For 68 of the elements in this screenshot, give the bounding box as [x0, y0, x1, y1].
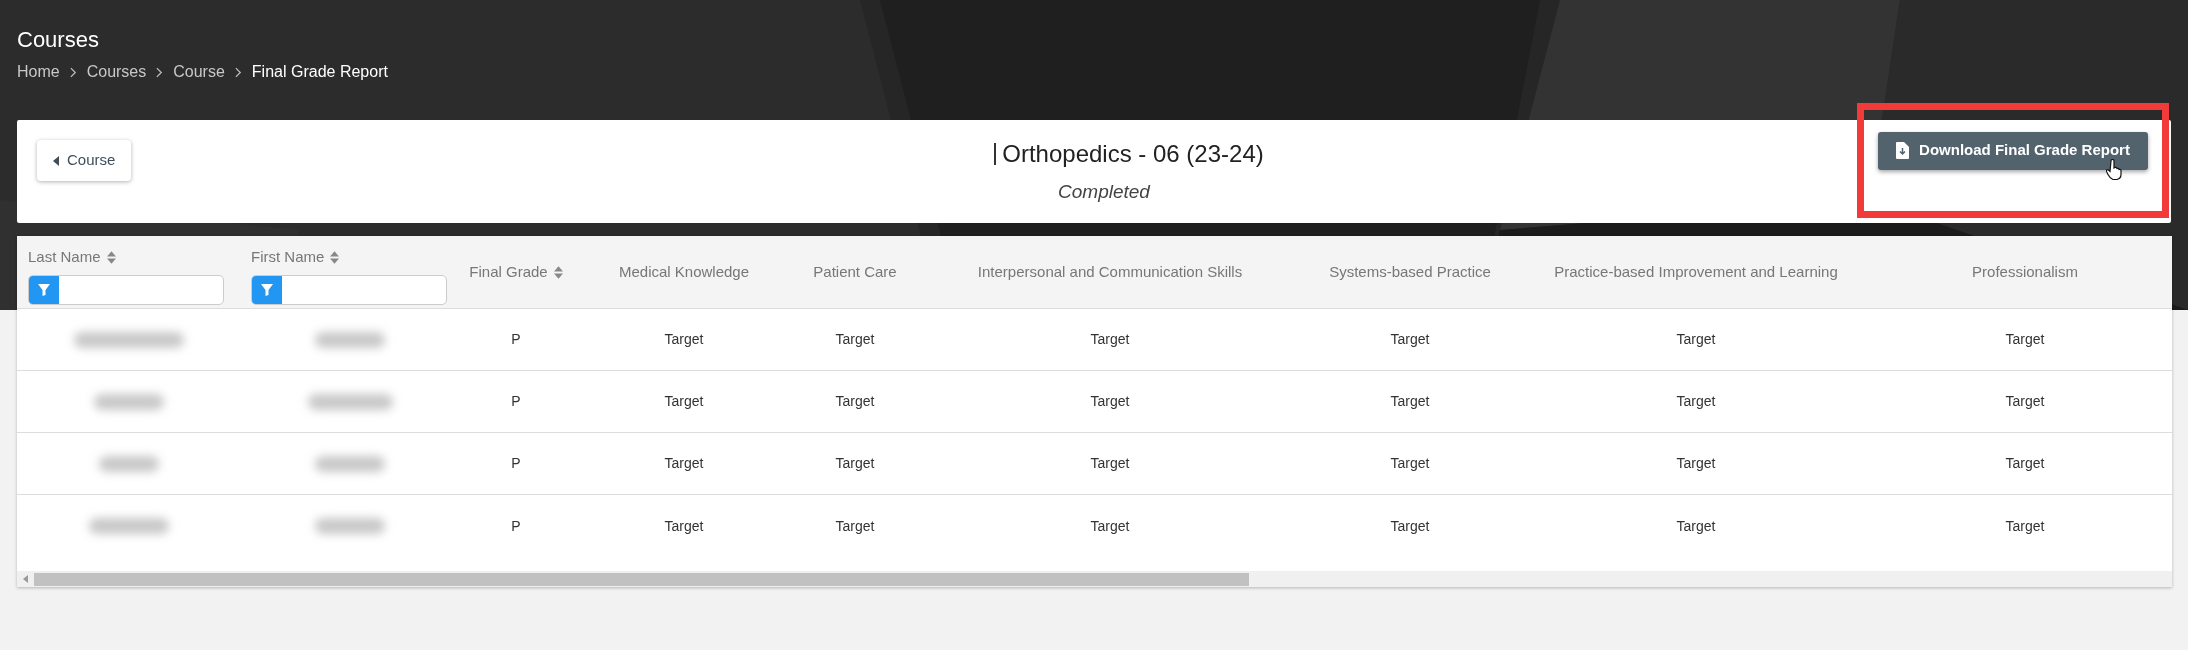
- divider-mark: [994, 143, 997, 165]
- table-cell-text: P: [511, 454, 521, 473]
- table-cell-text: Target: [1090, 330, 1130, 349]
- page-title: Courses: [17, 26, 99, 54]
- breadcrumb-current: Final Grade Report: [251, 62, 388, 82]
- caret-left-icon: [53, 155, 59, 166]
- file-download-icon: [1896, 142, 1910, 159]
- table-cell-text: Target: [1676, 330, 1716, 349]
- table-cell-text: Target: [2005, 516, 2045, 536]
- table-cell-text: Target: [1090, 516, 1130, 536]
- chevron-right-icon: [156, 66, 164, 78]
- scrollbar-thumb[interactable]: [34, 572, 1249, 586]
- table-cell-text: Target: [664, 392, 704, 411]
- filter-input[interactable]: [251, 274, 447, 305]
- column-header: Professionalism: [1972, 261, 2078, 282]
- chevron-right-icon: [234, 66, 242, 78]
- table-cell-text: Target: [2005, 392, 2045, 411]
- table-cell-text: Target: [2005, 330, 2045, 349]
- download-button[interactable]: Download Final Grade Report: [1878, 131, 2148, 170]
- table-cell-text: Target: [1090, 454, 1130, 473]
- horizontal-scrollbar[interactable]: [17, 571, 2172, 587]
- blurred-name: [315, 455, 385, 472]
- table-cell-text: Target: [2005, 454, 2045, 473]
- column-header: First Name: [251, 247, 325, 267]
- column-header: Practice-based Improvement and Learning: [1554, 261, 1838, 282]
- table-cell-text: Target: [835, 392, 875, 411]
- course-status: Completed: [1058, 180, 1150, 204]
- table-cell-text: Target: [1090, 392, 1130, 411]
- breadcrumb-link[interactable]: Courses: [86, 60, 147, 84]
- column-header: Interpersonal and Communication Skills: [977, 261, 1243, 282]
- table-cell-text: Target: [664, 454, 704, 473]
- table-cell-text: P: [511, 392, 521, 411]
- table-cell-text: Target: [1676, 392, 1716, 411]
- sort-icon[interactable]: [553, 265, 563, 279]
- table-cell-text: Target: [664, 516, 704, 536]
- blurred-name: [315, 331, 385, 348]
- blurred-name: [93, 393, 164, 410]
- table-cell-text: Target: [1390, 392, 1430, 411]
- chevron-right-icon: [69, 66, 77, 78]
- table-cell-text: P: [511, 516, 521, 536]
- blurred-name: [315, 518, 385, 534]
- column-header: Patient Care: [813, 261, 897, 282]
- sort-icon[interactable]: [106, 250, 116, 264]
- column-header: Medical Knowledge: [618, 261, 750, 282]
- hand-cursor-icon: [2106, 159, 2124, 181]
- table-cell-text: Target: [835, 516, 875, 536]
- table-cell-text: Target: [835, 330, 875, 349]
- column-header: Systems-based Practice: [1329, 261, 1491, 282]
- back-button[interactable]: Course: [37, 140, 132, 181]
- table-cell-text: P: [511, 330, 521, 349]
- table-cell-text: Target: [1390, 330, 1430, 349]
- table-cell-text: Target: [664, 330, 704, 349]
- filter-input[interactable]: [28, 274, 224, 305]
- scroll-left-icon[interactable]: [22, 575, 30, 583]
- table-cell-text: Target: [835, 454, 875, 473]
- filter-icon[interactable]: [261, 283, 273, 296]
- filter-icon[interactable]: [38, 283, 50, 296]
- breadcrumb-link[interactable]: Home: [17, 60, 60, 84]
- course-title: Orthopedics - 06 (23-24): [1002, 139, 1264, 169]
- sort-icon[interactable]: [330, 250, 340, 264]
- breadcrumb-link[interactable]: Course: [173, 60, 225, 84]
- table-cell-text: Target: [1676, 454, 1716, 473]
- column-header: Last Name: [28, 247, 101, 267]
- table-cell-text: Target: [1676, 516, 1716, 536]
- table-cell-text: Target: [1390, 516, 1430, 536]
- blurred-name: [98, 455, 159, 472]
- table-cell-text: Target: [1390, 454, 1430, 473]
- column-header: Final Grade: [469, 261, 548, 282]
